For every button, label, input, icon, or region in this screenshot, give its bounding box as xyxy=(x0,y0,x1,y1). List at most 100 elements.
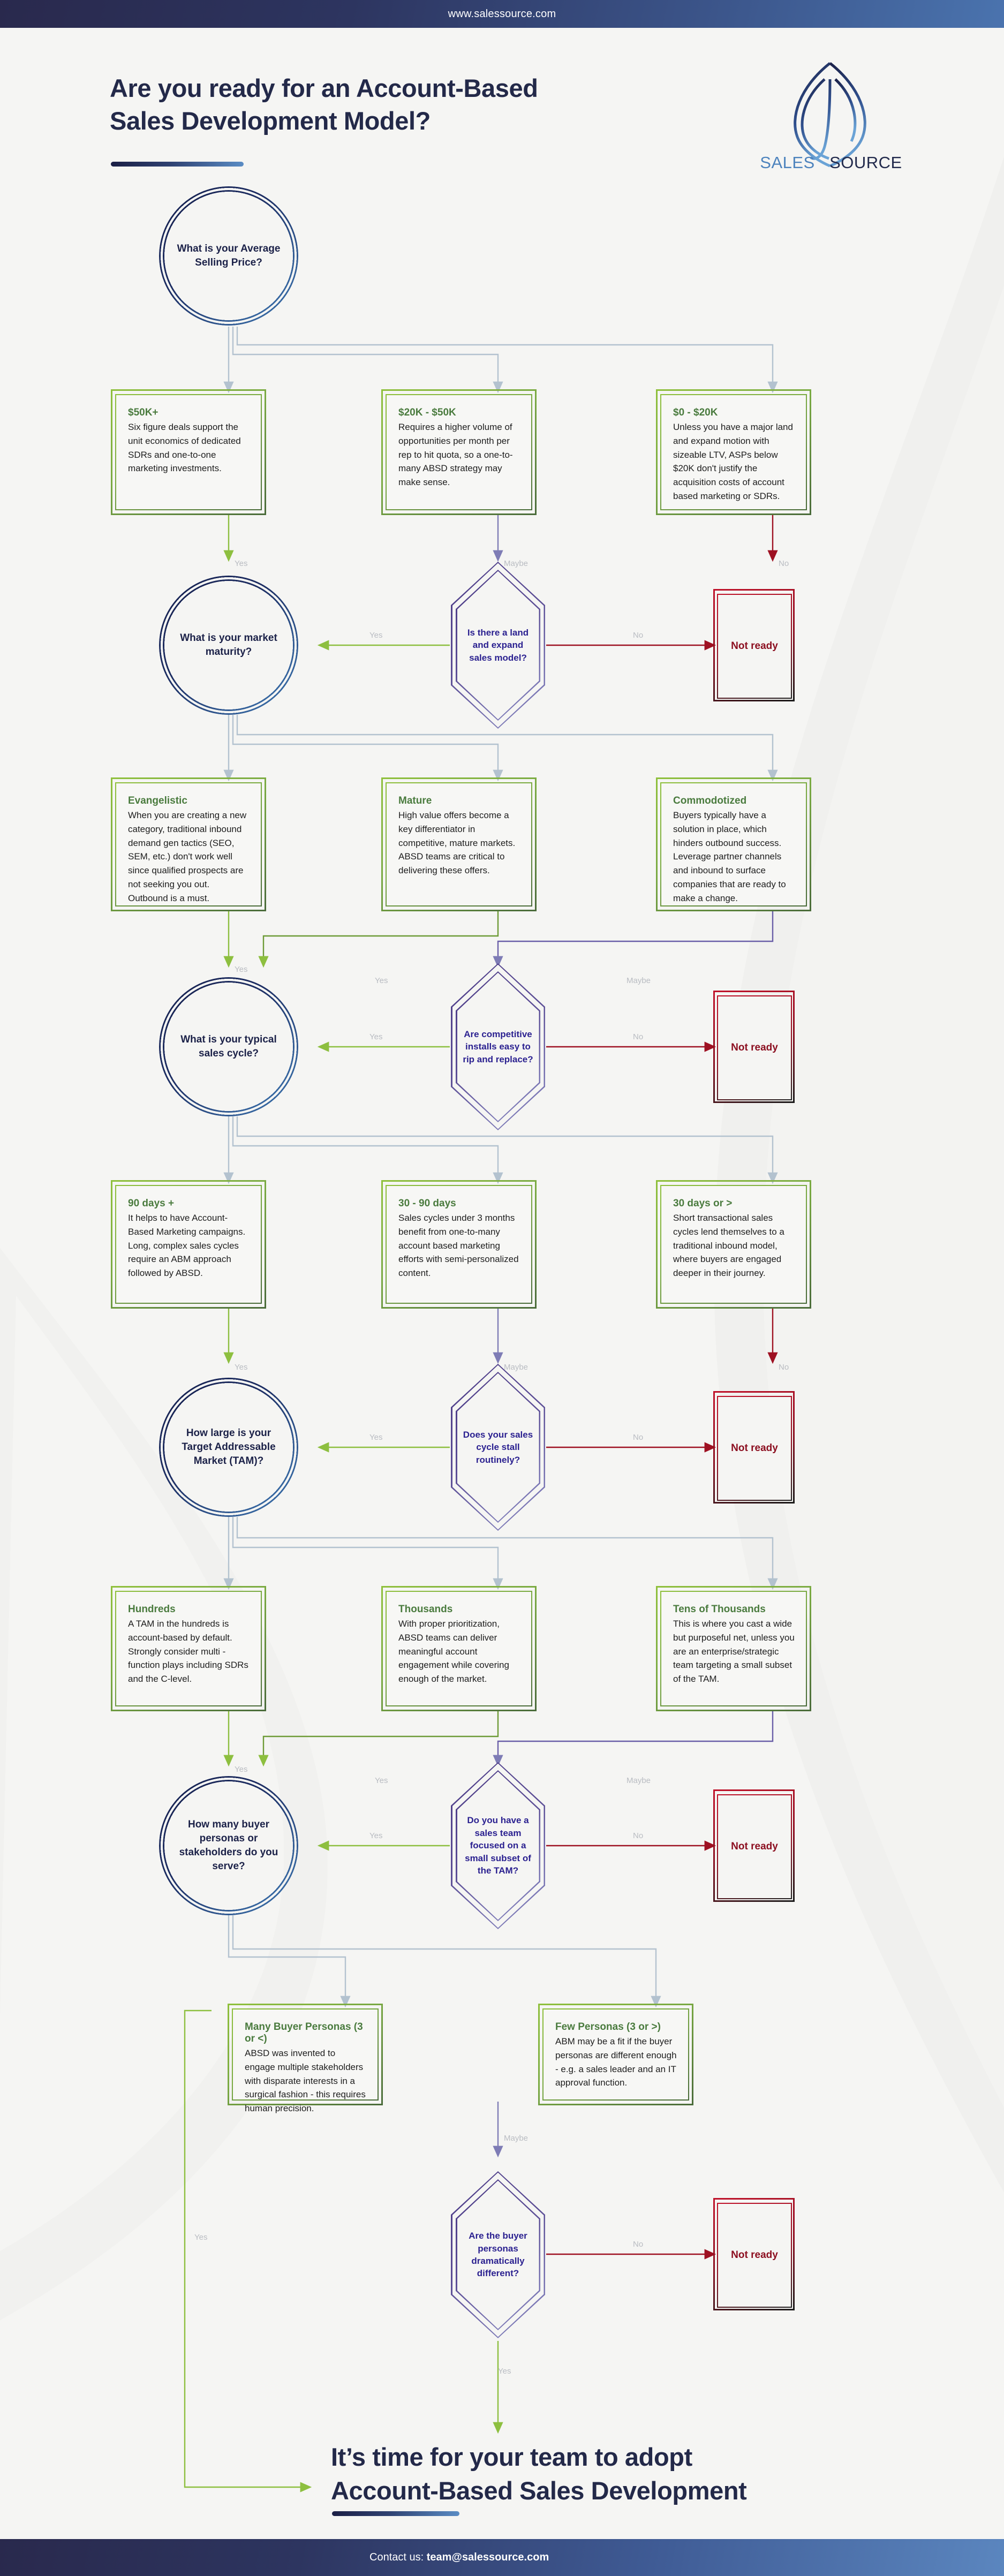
answer-card-r5c1[interactable]: Many Buyer Personas (3 or <) ABSD was in… xyxy=(228,2004,383,2113)
edge-label-no-r3: No xyxy=(779,1363,789,1372)
sales-source-logo-icon xyxy=(744,61,916,168)
card-heading: Commodotized xyxy=(673,795,747,806)
page-title: Are you ready for an Account-Based Sales… xyxy=(110,72,635,137)
card-border-inner: Many Buyer Personas (3 or <) ABSD was in… xyxy=(232,2008,379,2113)
card-body: With proper prioritization, ABSD teams c… xyxy=(398,1619,509,1684)
question-label-q2: What is your market maturity? xyxy=(180,632,277,658)
not-ready-border-inner: Not ready xyxy=(717,1396,792,1501)
answer-card-r4c3[interactable]: Tens of Thousands This is where you cast… xyxy=(656,1586,811,1711)
answer-card-r4c1[interactable]: Hundreds A TAM in the hundreds is accoun… xyxy=(111,1586,266,1711)
card-body: Short transactional sales cycles lend th… xyxy=(673,1213,784,1279)
site-url[interactable]: www.salessource.com xyxy=(448,8,556,20)
card-body: When you are creating a new category, tr… xyxy=(128,810,247,903)
not-ready-card-1[interactable]: Not ready xyxy=(713,589,795,701)
card-border-inner: $50K+ Six figure deals support the unit … xyxy=(115,394,262,510)
question-node-q3[interactable]: What is your typical sales cycle? xyxy=(159,977,298,1116)
card-body: ABSD was invented to engage multiple sta… xyxy=(245,2048,366,2114)
answer-card-r1c1[interactable]: $50K+ Six figure deals support the unit … xyxy=(111,389,266,515)
edge-label-yes-r3: Yes xyxy=(235,1363,248,1372)
card-body: ABM may be a fit if the buyer personas a… xyxy=(555,2036,677,2088)
card-border-inner: Tens of Thousands This is where you cast… xyxy=(660,1591,807,1706)
question-node-q1[interactable]: What is your Average Selling Price? xyxy=(159,186,298,326)
card-heading: 30 days or > xyxy=(673,1198,733,1209)
answer-card-r2c1[interactable]: Evangelistic When you are creating a new… xyxy=(111,777,266,911)
edge-label-yes-r1: Yes xyxy=(235,559,248,568)
not-ready-card-3[interactable]: Not ready xyxy=(713,1391,795,1504)
decision-node-d2[interactable]: Are competitive installs easy to rip and… xyxy=(451,963,545,1130)
edge-label-no-d2: No xyxy=(633,1032,644,1041)
card-heading: Thousands xyxy=(398,1604,453,1615)
card-heading: Tens of Thousands xyxy=(673,1604,766,1615)
edge-label-no-r1: No xyxy=(779,559,789,568)
card-border-inner: $0 - $20K Unless you have a major land a… xyxy=(660,394,807,510)
question-label-q5: How many buyer personas or stakeholders … xyxy=(179,1818,278,1872)
card-heading: Hundreds xyxy=(128,1604,176,1615)
decision-node-d4[interactable]: Do you have a sales team focused on a sm… xyxy=(451,1762,545,1929)
question-node-q5[interactable]: How many buyer personas or stakeholders … xyxy=(159,1776,298,1915)
card-body: Requires a higher volume of opportunitie… xyxy=(398,422,513,488)
not-ready-border-inner: Not ready xyxy=(717,995,792,1100)
page-title-line2: Sales Development Model? xyxy=(110,107,431,135)
question-node-q2[interactable]: What is your market maturity? xyxy=(159,576,298,715)
logo-word-sales: SALES xyxy=(760,153,815,172)
infographic-page: www.salessource.com Are you ready for an… xyxy=(0,0,1004,2576)
card-heading: $0 - $20K xyxy=(673,407,718,418)
edge-label-yes-r4b: Yes xyxy=(375,1776,388,1785)
leaf-watermark-left xyxy=(0,1248,328,2321)
card-border-inner: Hundreds A TAM in the hundreds is accoun… xyxy=(115,1591,262,1706)
top-url-bar: www.salessource.com xyxy=(0,0,1004,28)
answer-card-r1c3[interactable]: $0 - $20K Unless you have a major land a… xyxy=(656,389,811,515)
card-body: Unless you have a major land and expand … xyxy=(673,422,793,502)
card-body: A TAM in the hundreds is account-based b… xyxy=(128,1619,248,1684)
edge-label-no-d1: No xyxy=(633,631,644,640)
question-node-q4[interactable]: How large is your Target Addressable Mar… xyxy=(159,1378,298,1517)
edge-label-yes-r2a: Yes xyxy=(235,965,248,974)
decision-label-d4: Do you have a sales team focused on a sm… xyxy=(465,1815,531,1876)
conclusion-underline xyxy=(332,2511,459,2516)
card-heading: $20K - $50K xyxy=(398,407,456,418)
not-ready-card-4[interactable]: Not ready xyxy=(713,1789,795,1902)
not-ready-label: Not ready xyxy=(731,1042,778,1053)
answer-card-r3c2[interactable]: 30 - 90 days Sales cycles under 3 months… xyxy=(381,1180,537,1309)
decision-label-d2: Are competitive installs easy to rip and… xyxy=(463,1029,533,1064)
card-border-inner: $20K - $50K Requires a higher volume of … xyxy=(386,394,532,510)
question-label-q1: What is your Average Selling Price? xyxy=(177,243,281,268)
contact-email[interactable]: team@salessource.com xyxy=(427,2551,549,2563)
logo-wordmark: SALES SOURCE xyxy=(724,153,938,172)
answer-card-r1c2[interactable]: $20K - $50K Requires a higher volume of … xyxy=(381,389,537,515)
card-body: Sales cycles under 3 months benefit from… xyxy=(398,1213,519,1279)
edge-label-no-d5: No xyxy=(633,2240,644,2249)
decision-node-d3[interactable]: Does your sales cycle stall routinely? xyxy=(451,1364,545,1531)
conclusion-line2: Account-Based Sales Development xyxy=(331,2476,747,2505)
not-ready-card-2[interactable]: Not ready xyxy=(713,991,795,1103)
answer-card-r2c2[interactable]: Mature High value offers become a key di… xyxy=(381,777,537,911)
answer-card-r3c3[interactable]: 30 days or > Short transactional sales c… xyxy=(656,1180,811,1309)
card-border-inner: Few Personas (3 or >) ABM may be a fit i… xyxy=(542,2008,689,2101)
edge-label-no-d4: No xyxy=(633,1831,644,1840)
edge-label-maybe-d5: Maybe xyxy=(504,2134,529,2143)
not-ready-label: Not ready xyxy=(731,1841,778,1852)
card-border-inner: Evangelistic When you are creating a new… xyxy=(115,782,262,906)
answer-card-r3c1[interactable]: 90 days + It helps to have Account-Based… xyxy=(111,1180,266,1309)
card-border-inner: 30 days or > Short transactional sales c… xyxy=(660,1185,807,1304)
decision-node-d5[interactable]: Are the buyer personas dramatically diff… xyxy=(451,2171,545,2338)
answer-card-r2c3[interactable]: Commodotized Buyers typically have a sol… xyxy=(656,777,811,911)
card-border-inner: 30 - 90 days Sales cycles under 3 months… xyxy=(386,1185,532,1304)
page-title-line1: Are you ready for an Account-Based xyxy=(110,74,538,102)
card-heading: Evangelistic xyxy=(128,795,187,806)
contact-line: Contact us: team@salessource.com xyxy=(369,2551,549,2564)
card-body: It helps to have Account-Based Marketing… xyxy=(128,1213,246,1279)
edge-label-maybe-r4: Maybe xyxy=(626,1776,651,1785)
card-body: Six figure deals support the unit econom… xyxy=(128,422,241,474)
decision-label-d3: Does your sales cycle stall routinely? xyxy=(463,1429,533,1465)
not-ready-card-5[interactable]: Not ready xyxy=(713,2198,795,2310)
answer-card-r4c2[interactable]: Thousands With proper prioritization, AB… xyxy=(381,1586,537,1711)
edge-label-yes-d1: Yes xyxy=(369,631,383,640)
edge-label-yes-left-rail: Yes xyxy=(194,2233,208,2242)
answer-card-r5c2[interactable]: Few Personas (3 or >) ABM may be a fit i… xyxy=(538,2004,693,2105)
title-underline xyxy=(111,162,244,167)
card-border-inner: 90 days + It helps to have Account-Based… xyxy=(115,1185,262,1304)
edge-label-maybe-r2: Maybe xyxy=(626,976,651,985)
card-border-inner: Commodotized Buyers typically have a sol… xyxy=(660,782,807,906)
decision-node-d1[interactable]: Is there a land and expand sales model? xyxy=(451,562,545,729)
